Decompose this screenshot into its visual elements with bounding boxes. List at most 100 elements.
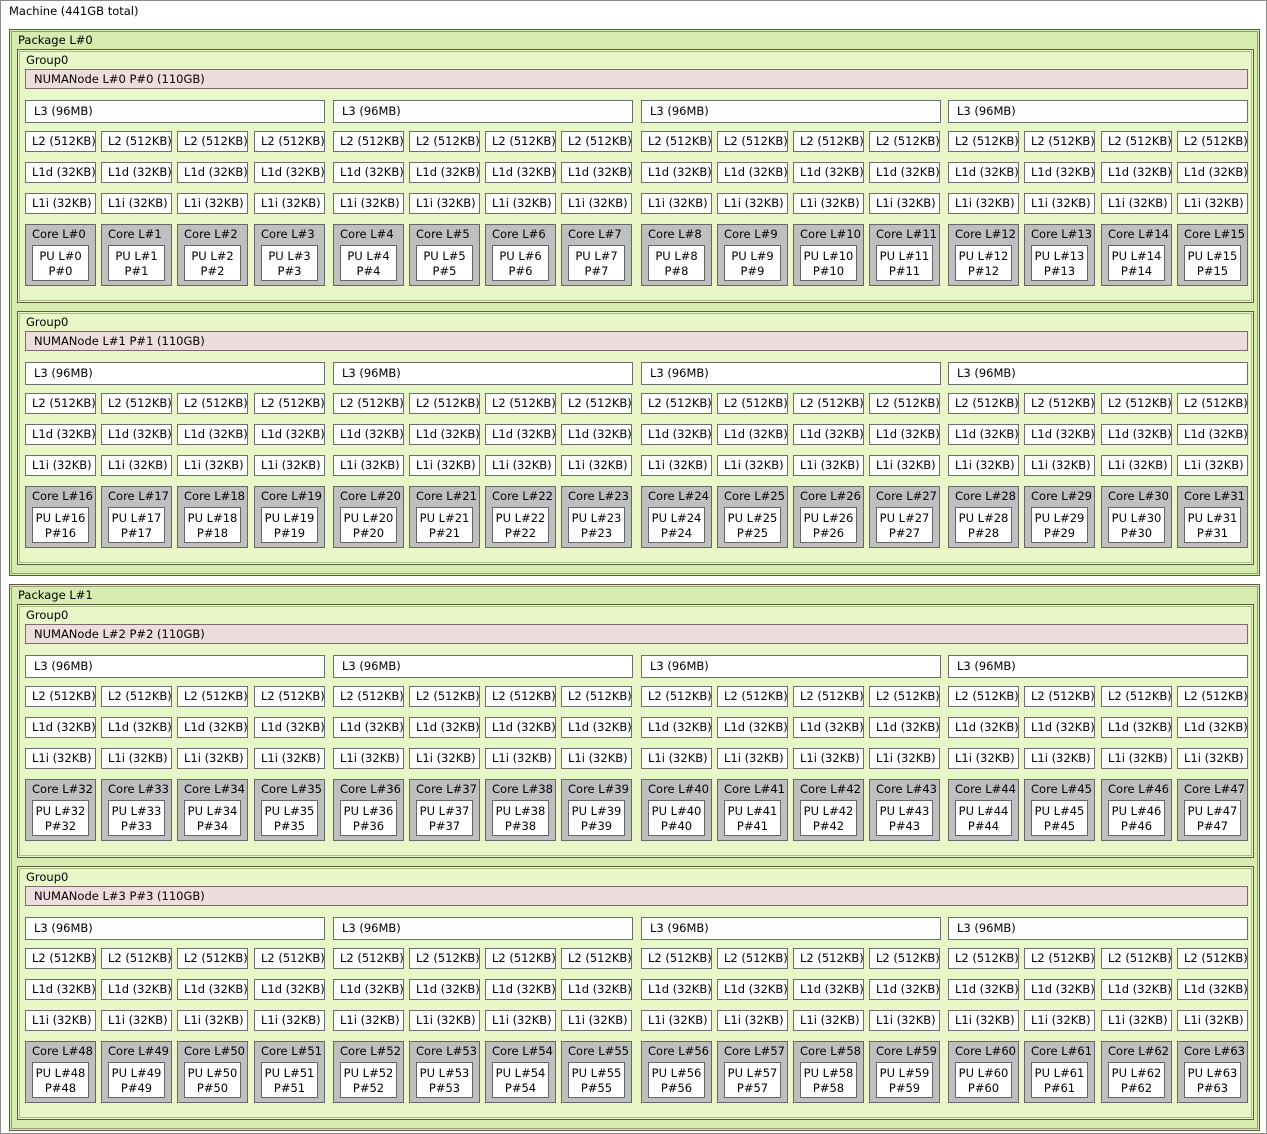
l1i-cache-box: L1i (32KB) bbox=[641, 1010, 712, 1031]
l3-cache-box: L3 (96MB) bbox=[948, 655, 1248, 678]
l2-cache-box: L2 (512KB) bbox=[869, 686, 940, 707]
pu-physical-index: P#43 bbox=[877, 819, 932, 834]
l2-cache-box: L2 (512KB) bbox=[101, 393, 172, 414]
l1i-cache-box: L1i (32KB) bbox=[101, 748, 172, 769]
core-box: Core L#56PU L#56P#56 bbox=[641, 1041, 712, 1103]
l1d-cache-box: L1d (32KB) bbox=[485, 717, 556, 738]
pu-box: PU L#45P#45 bbox=[1031, 800, 1088, 836]
pu-logical-index: PU L#36 bbox=[341, 804, 396, 819]
core-label: Core L#7 bbox=[568, 228, 622, 241]
l1d-cache-box: L1d (32KB) bbox=[333, 162, 404, 183]
pu-box: PU L#32P#32 bbox=[32, 800, 89, 836]
pu-logical-index: PU L#26 bbox=[801, 511, 856, 526]
pu-physical-index: P#56 bbox=[649, 1081, 704, 1096]
core-box: Core L#7PU L#7P#7 bbox=[561, 224, 632, 286]
l1i-cache-box: L1i (32KB) bbox=[254, 1010, 325, 1031]
core-label: Core L#62 bbox=[1108, 1045, 1169, 1058]
core-label: Core L#44 bbox=[955, 783, 1016, 796]
core-label: Core L#18 bbox=[184, 490, 245, 503]
l2-cache-box: L2 (512KB) bbox=[409, 393, 480, 414]
core-label: Core L#0 bbox=[32, 228, 86, 241]
pu-logical-index: PU L#2 bbox=[185, 249, 240, 264]
l1d-cache-box: L1d (32KB) bbox=[948, 979, 1019, 1000]
l1d-cache-box: L1d (32KB) bbox=[409, 979, 480, 1000]
l1i-cache-box: L1i (32KB) bbox=[717, 193, 788, 214]
l1d-cache-box: L1d (32KB) bbox=[561, 979, 632, 1000]
pu-physical-index: P#55 bbox=[569, 1081, 624, 1096]
l1i-cache-box: L1i (32KB) bbox=[641, 193, 712, 214]
core-box: Core L#27PU L#27P#27 bbox=[869, 486, 940, 548]
pu-box: PU L#12P#12 bbox=[955, 245, 1012, 281]
pu-logical-index: PU L#35 bbox=[262, 804, 317, 819]
l1d-cache-box: L1d (32KB) bbox=[641, 424, 712, 445]
pu-box: PU L#24P#24 bbox=[648, 507, 705, 543]
core-box: Core L#34PU L#34P#34 bbox=[177, 779, 248, 841]
pu-physical-index: P#50 bbox=[185, 1081, 240, 1096]
l1i-cache-box: L1i (32KB) bbox=[793, 193, 864, 214]
core-box: Core L#31PU L#31P#31 bbox=[1177, 486, 1248, 548]
l1i-cache-box: L1i (32KB) bbox=[793, 748, 864, 769]
l2-cache-box: L2 (512KB) bbox=[333, 686, 404, 707]
pu-logical-index: PU L#46 bbox=[1109, 804, 1164, 819]
pu-box: PU L#46P#46 bbox=[1108, 800, 1165, 836]
l2-cache-box: L2 (512KB) bbox=[717, 686, 788, 707]
pu-box: PU L#44P#44 bbox=[955, 800, 1012, 836]
package-label: Package L#0 bbox=[18, 34, 93, 47]
l1d-cache-box: L1d (32KB) bbox=[1177, 717, 1248, 738]
pu-logical-index: PU L#23 bbox=[569, 511, 624, 526]
pu-physical-index: P#60 bbox=[956, 1081, 1011, 1096]
core-box: Core L#28PU L#28P#28 bbox=[948, 486, 1019, 548]
core-box: Core L#54PU L#54P#54 bbox=[485, 1041, 556, 1103]
l1d-cache-box: L1d (32KB) bbox=[793, 162, 864, 183]
pu-box: PU L#63P#63 bbox=[1184, 1062, 1241, 1098]
pu-physical-index: P#16 bbox=[33, 526, 88, 541]
core-label: Core L#47 bbox=[1184, 783, 1245, 796]
core-box: Core L#46PU L#46P#46 bbox=[1101, 779, 1172, 841]
pu-logical-index: PU L#54 bbox=[493, 1066, 548, 1081]
l1d-cache-box: L1d (32KB) bbox=[561, 424, 632, 445]
core-box: Core L#41PU L#41P#41 bbox=[717, 779, 788, 841]
pu-logical-index: PU L#60 bbox=[956, 1066, 1011, 1081]
l3-cache-box: L3 (96MB) bbox=[25, 100, 325, 123]
pu-logical-index: PU L#17 bbox=[109, 511, 164, 526]
numanode-box: NUMANode L#3 P#3 (110GB) bbox=[25, 886, 1248, 906]
l1i-cache-box: L1i (32KB) bbox=[869, 455, 940, 476]
pu-physical-index: P#8 bbox=[649, 264, 704, 279]
l2-cache-box: L2 (512KB) bbox=[333, 393, 404, 414]
core-box: Core L#37PU L#37P#37 bbox=[409, 779, 480, 841]
core-box: Core L#20PU L#20P#20 bbox=[333, 486, 404, 548]
l1d-cache-box: L1d (32KB) bbox=[409, 717, 480, 738]
pu-physical-index: P#7 bbox=[569, 264, 624, 279]
l2-cache-box: L2 (512KB) bbox=[1101, 948, 1172, 969]
pu-physical-index: P#13 bbox=[1032, 264, 1087, 279]
core-label: Core L#43 bbox=[876, 783, 937, 796]
l1d-cache-box: L1d (32KB) bbox=[333, 717, 404, 738]
core-label: Core L#13 bbox=[1031, 228, 1092, 241]
group-label: Group0 bbox=[26, 609, 68, 622]
l1d-cache-box: L1d (32KB) bbox=[1024, 162, 1095, 183]
pu-logical-index: PU L#58 bbox=[801, 1066, 856, 1081]
l2-cache-box: L2 (512KB) bbox=[717, 131, 788, 152]
pu-box: PU L#16P#16 bbox=[32, 507, 89, 543]
l1d-cache-box: L1d (32KB) bbox=[561, 162, 632, 183]
core-label: Core L#63 bbox=[1184, 1045, 1245, 1058]
pu-box: PU L#36P#36 bbox=[340, 800, 397, 836]
core-label: Core L#1 bbox=[108, 228, 162, 241]
l2-cache-box: L2 (512KB) bbox=[1024, 686, 1095, 707]
pu-logical-index: PU L#37 bbox=[417, 804, 472, 819]
core-label: Core L#26 bbox=[800, 490, 861, 503]
pu-logical-index: PU L#53 bbox=[417, 1066, 472, 1081]
l2-cache-box: L2 (512KB) bbox=[1177, 686, 1248, 707]
core-label: Core L#25 bbox=[724, 490, 785, 503]
pu-physical-index: P#44 bbox=[956, 819, 1011, 834]
pu-box: PU L#29P#29 bbox=[1031, 507, 1088, 543]
pu-physical-index: P#48 bbox=[33, 1081, 88, 1096]
pu-physical-index: P#19 bbox=[262, 526, 317, 541]
l1d-cache-box: L1d (32KB) bbox=[948, 424, 1019, 445]
pu-physical-index: P#33 bbox=[109, 819, 164, 834]
core-label: Core L#59 bbox=[876, 1045, 937, 1058]
pu-logical-index: PU L#24 bbox=[649, 511, 704, 526]
l1i-cache-box: L1i (32KB) bbox=[869, 1010, 940, 1031]
pu-logical-index: PU L#47 bbox=[1185, 804, 1240, 819]
l2-cache-box: L2 (512KB) bbox=[869, 393, 940, 414]
